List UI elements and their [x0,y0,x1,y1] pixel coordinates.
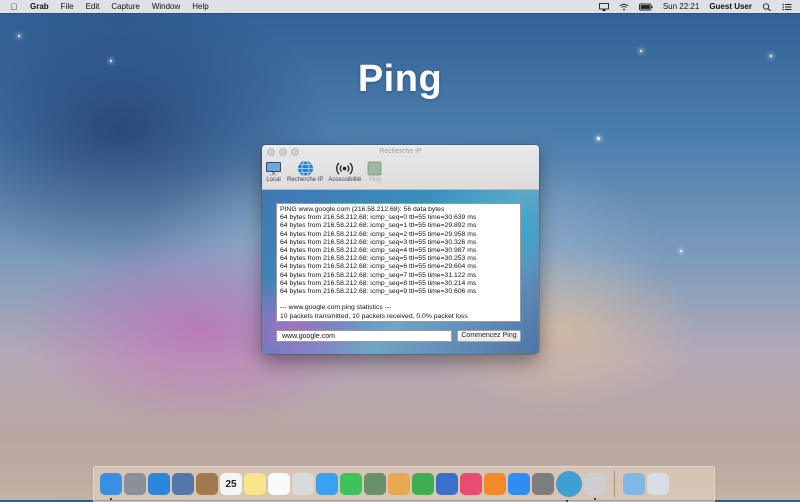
safari-icon[interactable] [148,473,170,495]
preview-icon[interactable] [292,473,314,495]
facetime-icon[interactable] [340,473,362,495]
ping-icon [367,161,382,176]
tab-ping-label: Ping [368,177,381,183]
tab-local-label: Local [266,177,281,183]
output-line: round-trip min/avg/max/stddev = 29.604/3… [280,321,517,322]
photo-browser-icon[interactable] [172,473,194,495]
numbers-icon[interactable] [412,473,434,495]
dock: 25 [93,466,715,502]
output-line: 64 bytes from 216.58.212.68: icmp_seq=4 … [280,247,477,255]
menu-capture[interactable]: Capture [111,2,139,11]
airplay-icon[interactable] [598,2,609,11]
downloads-folder-icon[interactable] [623,473,645,495]
globe-icon [297,160,313,177]
output-line: 64 bytes from 216.58.212.68: icmp_seq=5 … [280,255,477,263]
keynote-icon[interactable] [436,473,458,495]
menubar-clock[interactable]: Sun 22:21 [663,2,699,11]
broadcast-icon [336,162,354,175]
output-line: --- www.google.com ping statistics --- [280,304,392,312]
page-title: Ping [357,58,443,100]
output-line: 10 packets transmitted, 10 packets recei… [280,312,468,320]
tab-local[interactable]: Local [265,158,282,183]
finder-icon[interactable] [100,473,122,500]
notes-icon[interactable] [244,473,266,495]
output-line: 64 bytes from 216.58.212.68: icmp_seq=8 … [280,279,477,287]
tab-accessibilite-label: Accessibilité [328,177,362,183]
star [597,137,600,140]
tab-recherche-ip-label: Recherche IP [287,177,324,183]
ibooks-icon[interactable] [484,473,506,495]
ping-output-text[interactable]: PING www.google.com (216.58.212.68): 56 … [276,203,521,322]
window-titlebar[interactable]: Recherche IP [262,145,539,158]
battery-icon[interactable] [638,3,653,11]
calendar-icon[interactable]: 25 [220,473,242,495]
itunes-icon[interactable] [460,473,482,495]
apple-menu-icon[interactable]:  [10,2,18,12]
star [770,55,772,57]
dock-separator [614,471,615,497]
output-line: PING www.google.com (216.58.212.68): 56 … [280,206,445,213]
monitor-icon [266,162,281,176]
start-ping-button[interactable]: Commencez Ping [457,330,521,342]
notification-center-icon[interactable] [782,3,792,11]
output-line: 64 bytes from 216.58.212.68: icmp_seq=7 … [280,271,477,279]
trash-icon[interactable] [647,473,669,495]
ping-panel: PING www.google.com (216.58.212.68): 56 … [262,190,539,354]
output-line: 64 bytes from 216.58.212.68: icmp_seq=1 … [280,222,477,230]
menu-help[interactable]: Help [192,2,208,11]
launchpad-icon[interactable] [124,473,146,495]
window-toolbar: Local Recherche IP Accessibilité Ping [262,158,539,190]
photo-icon[interactable] [364,473,386,495]
star [18,35,20,37]
star [680,250,682,252]
menu-edit[interactable]: Edit [86,2,100,11]
menu-bar:  Grab File Edit Capture Window Help Sun… [0,0,800,13]
window-title: Recherche IP [379,148,422,155]
app-window: Recherche IP Local Recherche IP Accessib… [262,145,539,354]
messages-icon[interactable] [316,473,338,495]
tab-ping[interactable]: Ping [366,158,383,183]
output-line: 64 bytes from 216.58.212.68: icmp_seq=3 … [280,238,477,246]
output-line: 64 bytes from 216.58.212.68: icmp_seq=6 … [280,263,477,271]
star [640,50,642,52]
menu-file[interactable]: File [61,2,74,11]
keynote-pages-icon[interactable] [388,473,410,495]
menu-window[interactable]: Window [152,2,180,11]
output-line: 64 bytes from 216.58.212.68: icmp_seq=9 … [280,288,477,296]
wifi-icon[interactable] [619,3,629,11]
close-button[interactable] [267,148,275,156]
contacts-icon[interactable] [196,473,218,495]
tab-accessibilite[interactable]: Accessibilité [328,158,361,183]
output-line: 64 bytes from 216.58.212.68: icmp_seq=0 … [280,214,477,222]
menu-app-name[interactable]: Grab [30,2,49,11]
system-preferences-icon[interactable] [532,473,554,495]
tab-recherche-ip[interactable]: Recherche IP [287,158,323,183]
app-store-icon[interactable] [508,473,530,495]
reminders-icon[interactable] [268,473,290,495]
minimize-button[interactable] [279,148,287,156]
menubar-user[interactable]: Guest User [709,2,752,11]
grab-icon[interactable] [584,473,606,500]
network-utility-icon[interactable] [556,471,582,502]
host-input[interactable]: www.google.com [276,330,452,342]
spotlight-search-icon[interactable] [762,2,772,11]
zoom-button[interactable] [291,148,299,156]
output-line: 64 bytes from 216.58.212.68: icmp_seq=2 … [280,230,477,238]
